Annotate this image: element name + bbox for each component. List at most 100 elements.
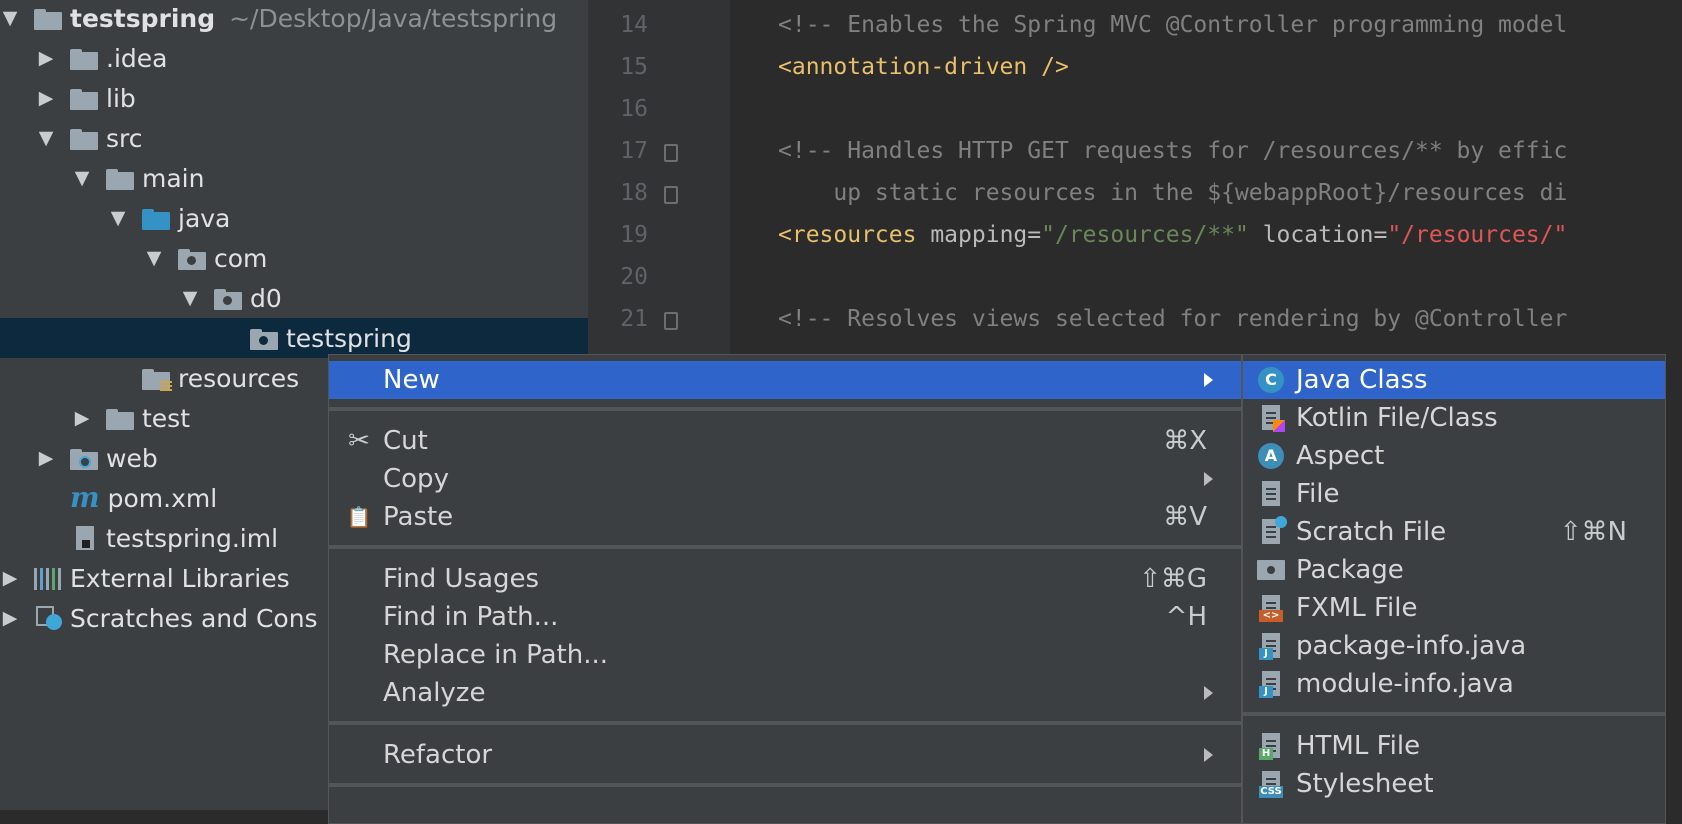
expanded-arrow-icon[interactable]: ▼ [144, 247, 164, 269]
code-line-17: <!-- Handles HTTP GET requests for /reso… [778, 138, 1568, 164]
submenu-item-label: Package [1296, 555, 1404, 585]
submenu-item-fxml[interactable]: <> FXML File [1243, 589, 1665, 627]
line-number: 17 [620, 138, 648, 164]
kotlin-file-icon [1257, 404, 1285, 432]
folder-icon [70, 86, 98, 110]
fold-marker-icon[interactable] [664, 186, 678, 204]
context-menu[interactable]: New ✂ Cut ⌘X Copy 📋 Paste ⌘V Find Usages… [328, 354, 1242, 824]
submenu-item-label: FXML File [1296, 593, 1418, 623]
menu-item-new[interactable]: New [329, 361, 1241, 399]
scratches-icon [34, 606, 62, 630]
expanded-arrow-icon[interactable]: ▼ [0, 7, 20, 29]
menu-item-label: Cut [383, 426, 428, 456]
tree-item-src[interactable]: ▼ src [0, 118, 588, 158]
menu-item-analyze[interactable]: Analyze [329, 674, 1241, 712]
project-path: ~/Desktop/Java/testspring [229, 3, 558, 33]
menu-item-refactor[interactable]: Refactor [329, 736, 1241, 774]
menu-item-find-in-path[interactable]: Find in Path... ^H [329, 598, 1241, 636]
submenu-item-module-info[interactable]: J module-info.java [1243, 665, 1665, 703]
collapsed-arrow-icon[interactable]: ▶ [72, 407, 92, 429]
menu-item-label: Analyze [383, 678, 486, 708]
folder-icon [70, 126, 98, 150]
line-number: 21 [620, 306, 648, 332]
submenu-item-kotlin[interactable]: Kotlin File/Class [1243, 399, 1665, 437]
java-file-icon: J [1257, 632, 1285, 660]
submenu-item-aspect[interactable]: A Aspect [1243, 437, 1665, 475]
tree-item-lib[interactable]: ▶ lib [0, 78, 588, 118]
file-icon [1257, 480, 1285, 508]
fold-marker-icon[interactable] [664, 144, 678, 162]
fold-marker-icon[interactable] [664, 312, 678, 330]
submenu-item-shortcut: ⇧⌘N [1559, 517, 1627, 547]
line-number: 20 [620, 264, 648, 290]
submenu-item-label: HTML File [1296, 731, 1421, 761]
clipboard-icon: 📋 [346, 505, 372, 529]
menu-item-label: Find Usages [383, 564, 540, 594]
java-class-badge: C [1258, 367, 1284, 393]
menu-item-cut[interactable]: ✂ Cut ⌘X [329, 422, 1241, 460]
folder-icon [106, 406, 134, 430]
menu-item-label: New [383, 365, 440, 395]
tree-item-testspring-package[interactable]: ▶ testspring [0, 318, 588, 358]
tree-item-com[interactable]: ▼ com [0, 238, 588, 278]
collapsed-arrow-icon[interactable]: ▶ [0, 567, 20, 589]
menu-item-label: Copy [383, 464, 449, 494]
submenu-item-package[interactable]: Package [1243, 551, 1665, 589]
resources-folder-icon [142, 366, 172, 393]
package-icon [1257, 556, 1285, 584]
tree-item-label: com [214, 243, 268, 273]
submenu-item-label: Stylesheet [1296, 769, 1434, 799]
menu-item-copy[interactable]: Copy [329, 460, 1241, 498]
tree-item-d0[interactable]: ▼ d0 [0, 278, 588, 318]
tree-item-label: testspring.iml [106, 523, 279, 553]
tree-item-label: .idea [106, 43, 168, 73]
expanded-arrow-icon[interactable]: ▼ [72, 167, 92, 189]
expanded-arrow-icon[interactable]: ▼ [108, 207, 128, 229]
menu-item-label: Paste [383, 502, 454, 532]
submenu-item-file[interactable]: File [1243, 475, 1665, 513]
menu-item-replace-in-path[interactable]: Replace in Path... [329, 636, 1241, 674]
web-folder-icon [70, 446, 98, 470]
collapsed-arrow-icon[interactable]: ▶ [36, 87, 56, 109]
submenu-item-html[interactable]: H HTML File [1243, 727, 1665, 765]
new-submenu[interactable]: C Java Class Kotlin File/Class A Aspect … [1242, 354, 1666, 824]
menu-item-find-usages[interactable]: Find Usages ⇧⌘G [329, 560, 1241, 598]
package-icon [178, 246, 206, 270]
tree-item-label: testspring [286, 323, 412, 353]
project-folder-icon [34, 6, 62, 30]
submenu-separator [1243, 712, 1665, 716]
line-number: 18 [620, 180, 648, 206]
menu-item-label: Replace in Path... [383, 640, 608, 670]
tree-item-label: java [178, 203, 231, 233]
collapsed-arrow-icon[interactable]: ▶ [36, 447, 56, 469]
tree-item-label: test [142, 403, 191, 433]
submenu-item-label: Kotlin File/Class [1296, 403, 1498, 433]
collapsed-arrow-icon[interactable]: ▶ [0, 607, 20, 629]
xml-tag: <resources [778, 222, 917, 248]
tree-item-label: Scratches and Cons [70, 603, 318, 633]
collapsed-arrow-icon[interactable]: ▶ [36, 47, 56, 69]
menu-item-paste[interactable]: 📋 Paste ⌘V [329, 498, 1241, 536]
source-folder-icon [142, 206, 170, 230]
submenu-item-scratch-file[interactable]: Scratch File ⇧⌘N [1243, 513, 1665, 551]
tree-item-label: main [142, 163, 205, 193]
tree-item-java[interactable]: ▼ java [0, 198, 588, 238]
submenu-item-label: Scratch File [1296, 517, 1447, 547]
tree-item-project-root[interactable]: ▼ testspring ~/Desktop/Java/testspring [0, 0, 588, 38]
fxml-badge: <> [1259, 610, 1283, 622]
tree-item-label: lib [106, 83, 136, 113]
menu-item-shortcut: ⇧⌘G [1139, 564, 1207, 594]
java-badge: J [1259, 648, 1273, 660]
submenu-item-stylesheet[interactable]: CSS Stylesheet [1243, 765, 1665, 803]
submenu-arrow-icon [1204, 373, 1213, 387]
code-line-21: <!-- Resolves views selected for renderi… [778, 306, 1568, 332]
submenu-item-java-class[interactable]: C Java Class [1243, 361, 1665, 399]
menu-item-label: Refactor [383, 740, 493, 770]
line-number: 14 [620, 12, 648, 38]
expanded-arrow-icon[interactable]: ▼ [36, 127, 56, 149]
xml-attr: mapping [916, 222, 1028, 248]
submenu-item-package-info[interactable]: J package-info.java [1243, 627, 1665, 665]
tree-item-main[interactable]: ▼ main [0, 158, 588, 198]
tree-item-idea[interactable]: ▶ .idea [0, 38, 588, 78]
expanded-arrow-icon[interactable]: ▼ [180, 287, 200, 309]
